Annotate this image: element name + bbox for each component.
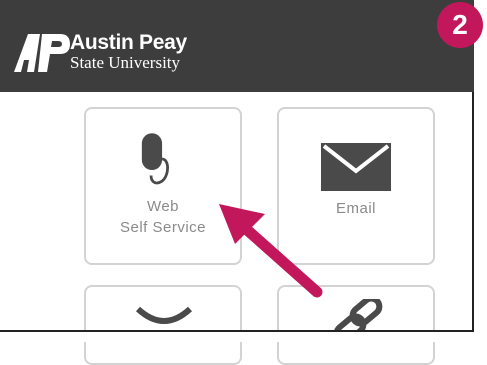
header-bar: Austin Peay State University bbox=[0, 0, 474, 92]
logo-subtitle: State University bbox=[70, 53, 181, 72]
pointer-arrow-icon bbox=[219, 204, 323, 298]
step-badge: 2 bbox=[437, 2, 483, 48]
envelope-icon bbox=[321, 143, 391, 191]
logo-title: Austin Peay bbox=[70, 31, 187, 54]
ap-logo-icon bbox=[14, 34, 70, 72]
mouse-icon bbox=[141, 133, 169, 185]
bottom-divider bbox=[0, 330, 474, 342]
